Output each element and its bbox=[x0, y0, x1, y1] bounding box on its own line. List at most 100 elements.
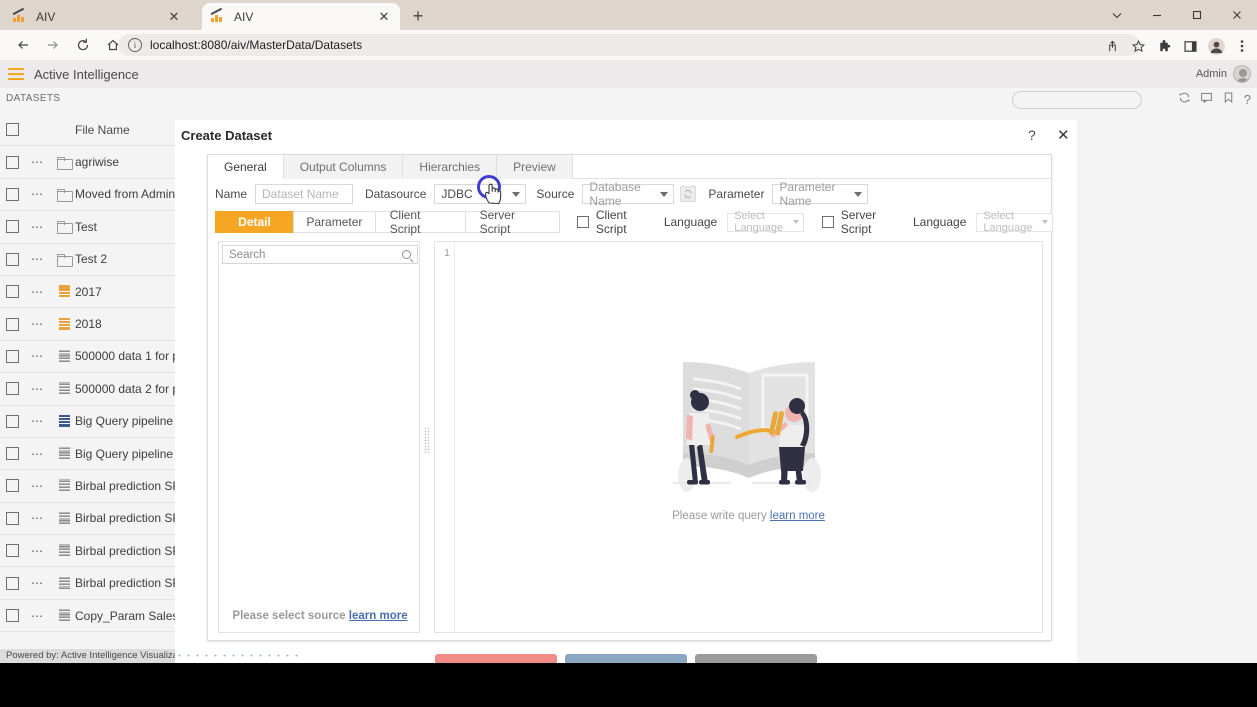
refresh-source-icon[interactable] bbox=[680, 186, 697, 202]
editor-text-area[interactable]: Please write query learn more bbox=[455, 242, 1042, 632]
close-icon[interactable]: ✕ bbox=[1057, 126, 1070, 144]
row-checkbox[interactable] bbox=[6, 220, 19, 234]
browser-tab-2[interactable]: AIV ✕ bbox=[202, 3, 400, 30]
profile-icon[interactable] bbox=[1203, 32, 1229, 60]
row-menu-icon[interactable]: ⋯ bbox=[31, 609, 53, 623]
share-icon[interactable] bbox=[1099, 32, 1125, 60]
row-checkbox[interactable] bbox=[6, 511, 19, 525]
star-icon[interactable] bbox=[1125, 32, 1151, 60]
close-icon[interactable] bbox=[1217, 0, 1257, 30]
preview-button[interactable]: PREVIEW bbox=[435, 654, 557, 663]
row-menu-icon[interactable]: ⋯ bbox=[31, 285, 53, 299]
source-select[interactable]: Database Name bbox=[582, 180, 675, 208]
row-menu-icon[interactable]: ⋯ bbox=[31, 511, 53, 525]
forward-arrow-icon[interactable] bbox=[38, 31, 68, 59]
sidepanel-icon[interactable] bbox=[1177, 32, 1203, 60]
table-row[interactable]: ⋯ Birbal prediction SP2 bbox=[0, 535, 190, 568]
table-row[interactable]: ⋯ Test bbox=[0, 211, 190, 244]
tab-close-icon[interactable]: ✕ bbox=[376, 9, 392, 25]
subtab-parameter[interactable]: Parameter bbox=[293, 211, 376, 233]
table-row[interactable]: ⋯ 500000 data 1 for pipe bbox=[0, 340, 190, 374]
row-menu-icon[interactable]: ⋯ bbox=[31, 317, 53, 331]
avatar[interactable] bbox=[1233, 65, 1251, 83]
cancel-button[interactable]: CANCEL bbox=[695, 654, 817, 663]
row-menu-icon[interactable]: ⋯ bbox=[31, 414, 53, 428]
bookmark-icon[interactable] bbox=[1222, 91, 1235, 107]
server-language-select[interactable]: Select Language bbox=[976, 210, 1053, 234]
row-checkbox[interactable] bbox=[6, 609, 19, 623]
row-checkbox[interactable] bbox=[6, 317, 19, 331]
row-menu-icon[interactable]: ⋯ bbox=[31, 220, 53, 234]
table-row[interactable]: ⋯ Moved from Admin bbox=[0, 178, 190, 212]
more-menu-icon[interactable] bbox=[1229, 32, 1255, 60]
reload-icon[interactable] bbox=[68, 31, 98, 59]
extensions-icon[interactable] bbox=[1151, 32, 1177, 60]
row-menu-icon[interactable]: ⋯ bbox=[31, 382, 53, 396]
table-row[interactable]: ⋯ 2018 bbox=[0, 308, 190, 341]
table-row[interactable]: ⋯ Big Query pipeline test bbox=[0, 405, 190, 438]
row-menu-icon[interactable]: ⋯ bbox=[31, 447, 53, 461]
table-row[interactable]: ⋯ Birbal prediction SP1 bbox=[0, 470, 190, 503]
tab-preview[interactable]: Preview bbox=[497, 155, 573, 179]
table-row[interactable]: ⋯ 2017 bbox=[0, 275, 190, 309]
site-info-icon[interactable]: i bbox=[128, 38, 142, 52]
chevron-down-icon[interactable] bbox=[1097, 0, 1137, 30]
minimize-icon[interactable] bbox=[1137, 0, 1177, 30]
row-checkbox[interactable] bbox=[6, 187, 19, 201]
tab-general[interactable]: General bbox=[208, 155, 284, 179]
write-query-learn-more-link[interactable]: learn more bbox=[770, 510, 825, 522]
subtab-client-script[interactable]: Client Script bbox=[374, 208, 466, 236]
browser-tab-1[interactable]: AIV ✕ bbox=[4, 3, 190, 30]
row-checkbox[interactable] bbox=[6, 447, 19, 461]
tab-close-icon[interactable]: ✕ bbox=[166, 9, 182, 25]
row-checkbox[interactable] bbox=[6, 544, 19, 558]
parameter-select[interactable]: Parameter Name bbox=[772, 180, 869, 208]
row-menu-icon[interactable]: ⋯ bbox=[31, 187, 53, 201]
row-checkbox[interactable] bbox=[6, 252, 19, 266]
source-label: Source bbox=[536, 187, 575, 201]
row-checkbox[interactable] bbox=[6, 576, 19, 590]
hamburger-menu-icon[interactable] bbox=[8, 68, 24, 80]
submit-button[interactable]: SUBMIT bbox=[565, 654, 687, 663]
row-checkbox[interactable] bbox=[6, 414, 19, 428]
client-script-checkbox[interactable] bbox=[576, 216, 589, 228]
maximize-icon[interactable] bbox=[1177, 0, 1217, 30]
row-checkbox[interactable] bbox=[6, 479, 19, 493]
pane-splitter[interactable] bbox=[420, 241, 434, 633]
comment-icon[interactable] bbox=[1200, 91, 1213, 107]
table-row[interactable]: ⋯ Test 2 bbox=[0, 243, 190, 276]
subtab-detail[interactable]: Detail bbox=[215, 211, 294, 233]
search-input[interactable]: Search bbox=[222, 245, 418, 264]
subtab-server-script[interactable]: Server Script bbox=[464, 208, 560, 236]
address-bar[interactable]: i localhost:8080/aiv/MasterData/Datasets bbox=[118, 34, 1140, 56]
row-checkbox[interactable] bbox=[6, 349, 19, 363]
help-icon[interactable]: ? bbox=[1028, 127, 1036, 143]
table-row[interactable]: ⋯ Birbal prediction SP1 v bbox=[0, 502, 190, 536]
tab-output-columns[interactable]: Output Columns bbox=[283, 155, 404, 179]
refresh-icon[interactable] bbox=[1178, 91, 1191, 107]
name-input[interactable]: Dataset Name bbox=[255, 184, 354, 204]
help-icon[interactable]: ? bbox=[1244, 92, 1251, 107]
table-row[interactable]: ⋯ agriwise bbox=[0, 146, 190, 179]
row-menu-icon[interactable]: ⋯ bbox=[31, 252, 53, 266]
back-arrow-icon[interactable] bbox=[8, 31, 38, 59]
new-tab-button[interactable]: + bbox=[407, 6, 429, 28]
table-row[interactable]: ⋯ Copy_Param Sales DS bbox=[0, 599, 190, 633]
global-search-input[interactable] bbox=[1012, 91, 1142, 109]
client-language-select[interactable]: Select Language bbox=[727, 210, 804, 234]
select-source-learn-more-link[interactable]: learn more bbox=[349, 610, 408, 622]
row-checkbox[interactable] bbox=[6, 382, 19, 396]
table-row[interactable]: ⋯ Big Query pipeline test bbox=[0, 437, 190, 471]
row-checkbox[interactable] bbox=[6, 285, 19, 299]
row-menu-icon[interactable]: ⋯ bbox=[31, 576, 53, 590]
database-icon bbox=[58, 479, 70, 492]
table-row[interactable]: ⋯ 500000 data 2 for pipe bbox=[0, 373, 190, 406]
row-menu-icon[interactable]: ⋯ bbox=[31, 479, 53, 493]
select-all-checkbox[interactable] bbox=[6, 123, 19, 137]
row-menu-icon[interactable]: ⋯ bbox=[31, 155, 53, 169]
row-menu-icon[interactable]: ⋯ bbox=[31, 544, 53, 558]
table-row[interactable]: ⋯ Birbal prediction SP2 v bbox=[0, 567, 190, 600]
server-script-checkbox[interactable] bbox=[821, 216, 834, 228]
row-checkbox[interactable] bbox=[6, 155, 19, 169]
row-menu-icon[interactable]: ⋯ bbox=[31, 349, 53, 363]
